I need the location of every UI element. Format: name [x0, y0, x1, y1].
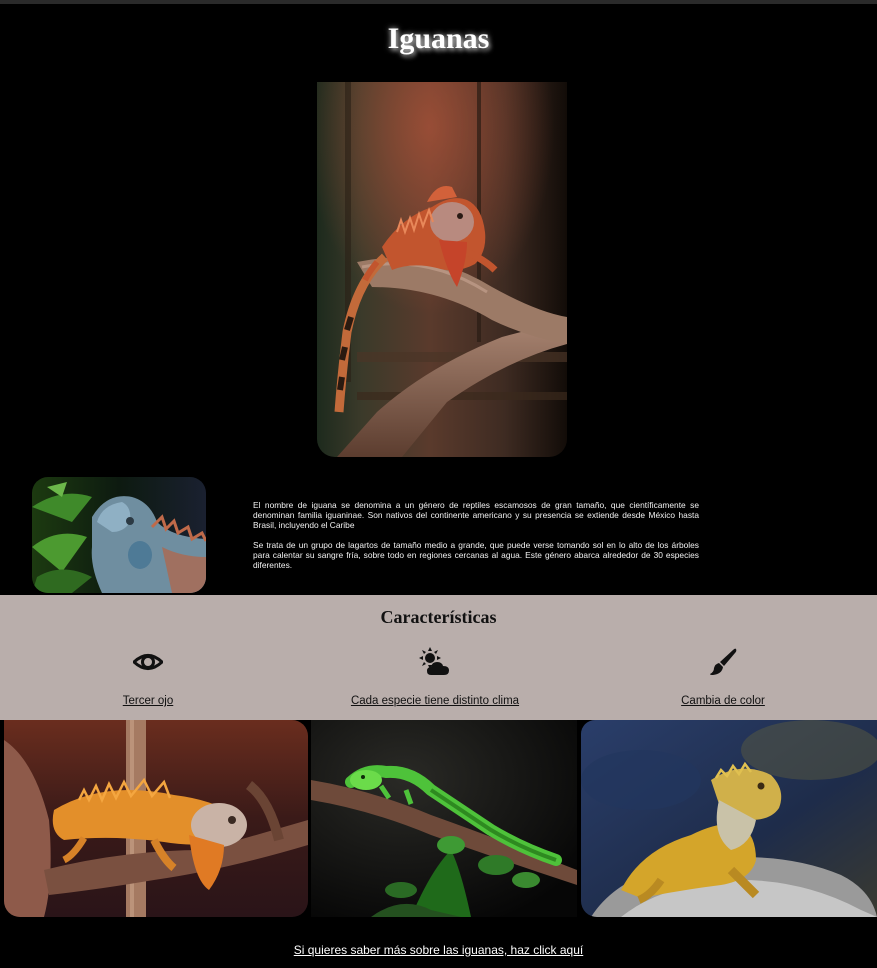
- yellow-iguana-illustration: [581, 720, 877, 917]
- feature-link-climate[interactable]: Cada especie tiene distinto clima: [351, 695, 519, 707]
- gallery-green-iguana-image: [311, 720, 577, 917]
- blue-iguana-image: [32, 477, 206, 593]
- gallery-orange-iguana-image: [4, 720, 308, 917]
- blue-iguana-illustration: [32, 477, 206, 593]
- features-section: Características Tercer ojo Cada especie …: [0, 595, 877, 720]
- paintbrush-icon: [710, 648, 737, 675]
- orange-iguana-illustration: [4, 720, 308, 917]
- sun-cloud-icon: [419, 647, 449, 675]
- intro-text: El nombre de iguana se denomina a un gén…: [253, 500, 699, 570]
- intro-paragraph-1: El nombre de iguana se denomina a un gén…: [253, 500, 699, 531]
- hero-iguana-illustration: [317, 82, 567, 457]
- intro-paragraph-2: Se trata de un grupo de lagartos de tama…: [253, 539, 699, 571]
- page-title: Iguanas: [387, 22, 490, 55]
- footer: Si quieres saber más sobre las iguanas, …: [0, 941, 877, 959]
- features-title: Características: [380, 607, 497, 627]
- gallery-yellow-iguana-image: [581, 720, 877, 917]
- feature-color-change: Cambia de color: [593, 647, 853, 709]
- feature-link-third-eye[interactable]: Tercer ojo: [123, 695, 174, 707]
- eye-icon: [133, 654, 163, 670]
- green-iguana-illustration: [311, 720, 577, 917]
- feature-link-color-change[interactable]: Cambia de color: [681, 695, 765, 707]
- hero-iguana-image: [317, 82, 567, 457]
- more-info-link[interactable]: Si quieres saber más sobre las iguanas, …: [294, 943, 583, 957]
- top-bar: [0, 0, 877, 4]
- feature-third-eye: Tercer ojo: [18, 647, 278, 709]
- feature-climate: Cada especie tiene distinto clima: [305, 647, 565, 709]
